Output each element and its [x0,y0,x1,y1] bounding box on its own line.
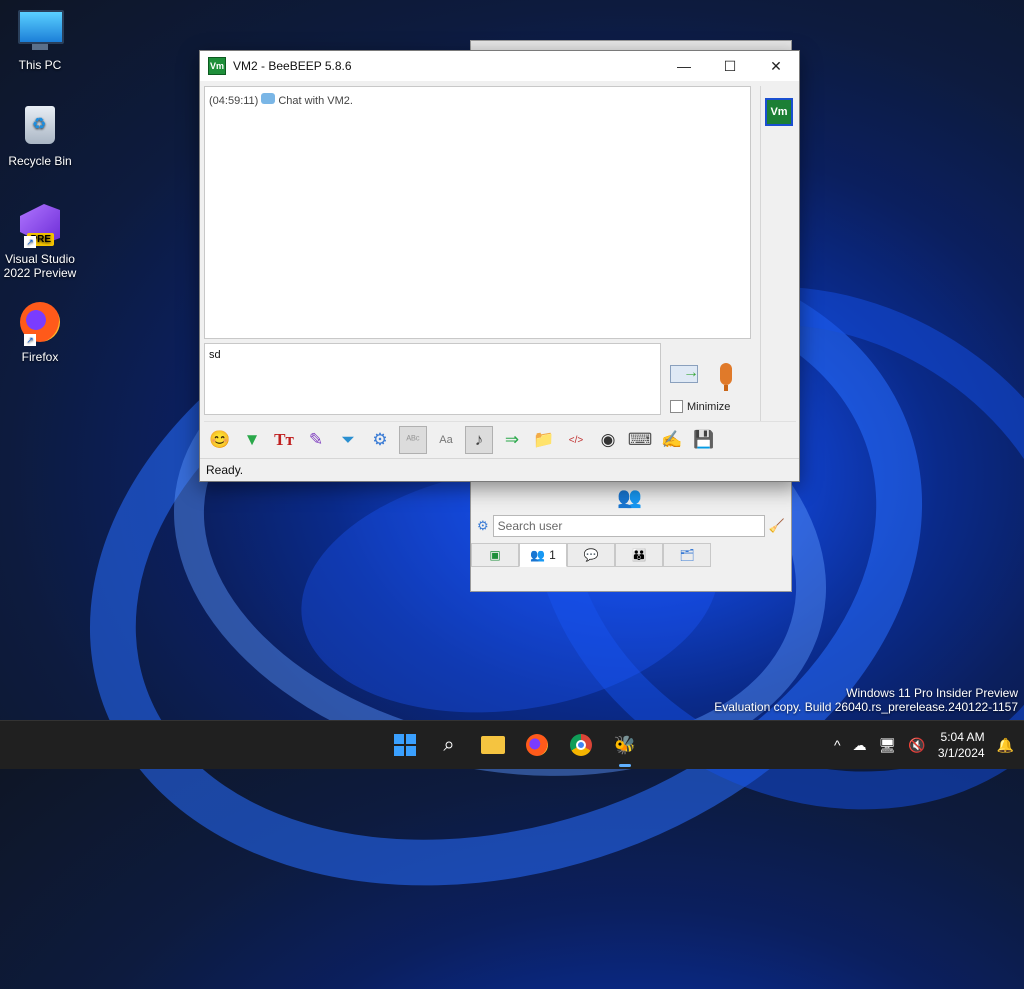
folder-icon [481,736,505,754]
arrow-down-icon[interactable]: ▼ [239,427,265,453]
system-tray: ^ ☁ 🖥 🔇 5:04 AM 3/1/2024 🔔 [834,721,1014,769]
visual-studio-icon: PRE ↗ [18,204,62,248]
firefox-icon: ↗ [18,302,62,346]
watermark-line-2: Evaluation copy. Build 26040.rs_prerelea… [714,700,1018,714]
clock[interactable]: 5:04 AM 3/1/2024 [938,729,985,761]
user-panel: 👥 ⚙ 🧹 ▣ 👥1 💬 👪 🗂 [471,481,791,591]
user-avatar[interactable]: Vm [765,98,793,126]
screenshot-icon[interactable]: ◉ [595,427,621,453]
color-picker-icon[interactable]: ✎ [303,427,329,453]
window-title: VM2 - BeeBEEP 5.8.6 [233,59,352,73]
save-icon[interactable]: 💾 [691,427,717,453]
app-icon: Vm [208,57,226,75]
network-icon[interactable]: 🖥 [879,737,897,754]
settings-icon[interactable]: ⚙ [477,518,489,534]
desktop-icon-recycle-bin[interactable]: Recycle Bin [0,106,80,168]
desktop-icon-label: Firefox [21,350,59,364]
notification-bell-icon[interactable]: 🔔 [997,737,1014,754]
tab-groups[interactable]: 👪 [615,543,663,567]
taskbar: ⌕ 🐝 ^ ☁ 🖥 🔇 5:04 AM 3/1/2024 🔔 [0,720,1024,769]
keyboard-icon[interactable]: ⌨ [627,427,653,453]
search-icon: ⌕ [443,733,455,756]
beebeep-taskbar-button[interactable]: 🐝 [606,727,644,767]
chat-window-titlebar[interactable]: Vm VM2 - BeeBEEP 5.8.6 — ☐ ✕ [200,51,799,81]
groups-icon: 👪 [631,548,647,562]
cloud-offline-icon[interactable]: ☁ [853,737,867,754]
tab-users[interactable]: 👥 1 [519,543,567,567]
users-group-icon: 👥 [617,487,642,509]
message-input[interactable]: sd [204,343,661,415]
chrome-taskbar-button[interactable] [562,727,600,763]
search-row: ⚙ 🧹 [477,514,785,538]
minimize-option[interactable]: Minimize [670,400,730,413]
windows-logo-icon [394,734,416,756]
clock-time: 5:04 AM [940,730,985,744]
note-icon[interactable]: ✍ [659,427,685,453]
close-button[interactable]: ✕ [753,51,799,81]
dictionary-icon[interactable]: Aa [433,427,459,453]
desktop-icon-label: Visual Studio 2022 Preview [3,252,77,280]
search-button[interactable]: ⌕ [430,727,468,763]
html-icon[interactable]: </> [563,427,589,453]
tab-network[interactable]: ▣ [471,543,519,567]
desktop-icon-this-pc[interactable]: This PC [0,10,80,72]
file-explorer-button[interactable] [474,727,512,763]
smiley-icon[interactable]: 😊 [207,427,233,453]
recycle-bin-icon [18,106,62,150]
settings-icon[interactable]: ⚙ [367,427,393,453]
font-icon[interactable]: Tт [271,427,297,453]
desktop-icon-visual-studio[interactable]: PRE ↗ Visual Studio 2022 Preview [0,204,80,280]
minimize-label: Minimize [687,400,731,413]
computer-icon [18,10,64,54]
message-text: Chat with VM2. [278,95,353,107]
status-bar: Ready. [200,458,799,481]
start-button[interactable] [386,727,424,763]
desktop-icon-firefox[interactable]: ↗ Firefox [0,302,80,364]
spellcheck-icon[interactable]: ᴬᴮᶜ [399,426,427,454]
filter-icon[interactable]: ⏷ [335,427,361,453]
chat-toolbar: 😊 ▼ Tт ✎ ⏷ ⚙ ᴬᴮᶜ Aa ♪ ⇒ 📁 </> ◉ ⌨ ✍ 💾 [204,421,796,458]
chip-icon: ▣ [489,548,501,562]
shortcut-arrow-icon: ↗ [24,334,36,346]
tab-users-count: 1 [549,548,556,562]
users-icon: 👥 [530,548,546,562]
send-envelope-icon [670,364,699,383]
maximize-button[interactable]: ☐ [707,51,753,81]
watermark-line-1: Windows 11 Pro Insider Preview [846,686,1018,700]
send-button[interactable] [670,361,702,385]
search-user-input[interactable] [492,515,765,537]
chat-message: (04:59:11) Chat with VM2. [209,92,353,107]
firefox-icon [526,734,548,756]
minimize-checkbox[interactable] [670,400,683,413]
tab-chats[interactable]: 💬 [567,543,615,567]
chevron-up-icon[interactable]: ^ [834,737,841,753]
firefox-taskbar-button[interactable] [518,727,556,763]
files-icon: 🗂 [679,548,695,562]
clear-broom-icon[interactable]: 🧹 [769,518,785,534]
shortcut-arrow-icon: ↗ [24,236,36,248]
chat-history[interactable]: (04:59:11) Chat with VM2. [204,86,751,339]
sound-icon[interactable]: ♪ [465,426,493,454]
windows-watermark: Windows 11 Pro Insider Preview Evaluatio… [714,686,1018,714]
chat-bubble-icon [261,92,276,104]
chat-window[interactable]: Vm VM2 - BeeBEEP 5.8.6 — ☐ ✕ (04:59:11) … [199,50,800,482]
tab-files[interactable]: 🗂 [663,543,711,567]
chrome-icon [570,734,592,756]
taskbar-apps: ⌕ 🐝 [386,727,644,767]
microphone-icon[interactable] [720,363,732,391]
clock-date: 3/1/2024 [937,746,985,760]
main-tabs: ▣ 👥 1 💬 👪 🗂 [471,543,711,567]
minimize-button[interactable]: — [661,51,707,81]
message-time: (04:59:11) [209,95,259,107]
send-file-icon[interactable]: ⇒ [499,427,525,453]
bee-icon: 🐝 [613,734,637,755]
send-folder-icon[interactable]: 📁 [531,427,557,453]
desktop-icon-label: Recycle Bin [8,154,72,168]
desktop-icon-label: This PC [18,58,62,72]
chats-icon: 💬 [583,548,599,562]
chat-side-panel: Vm [760,86,799,421]
volume-muted-icon[interactable]: 🔇 [908,737,925,754]
